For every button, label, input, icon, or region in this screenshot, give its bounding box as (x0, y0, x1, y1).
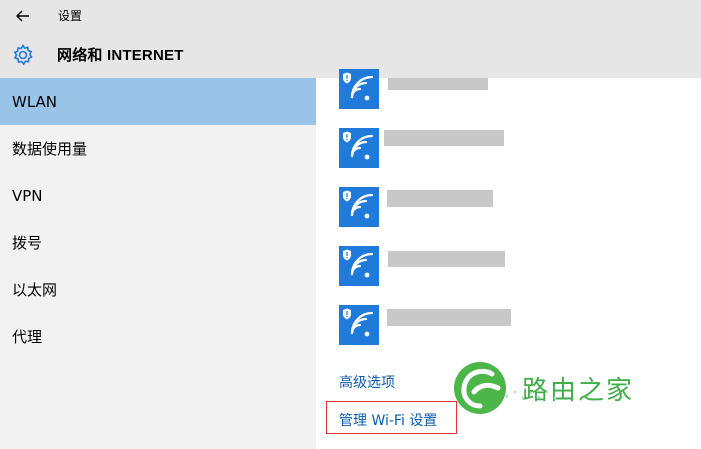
network-name-redacted (388, 251, 505, 267)
network-item[interactable] (339, 187, 379, 227)
router-home-logo-icon (454, 362, 506, 414)
sidebar-nav: WLAN 数据使用量 VPN 拨号 以太网 代理 (0, 78, 316, 449)
window-title: 设置 (58, 9, 83, 23)
sidebar-item-label: 拨号 (12, 234, 43, 252)
back-button[interactable] (0, 0, 46, 31)
manage-wifi-settings-link[interactable]: 管理 Wi-Fi 设置 (339, 410, 437, 430)
sidebar-item-wlan[interactable]: WLAN (0, 78, 316, 125)
secured-wifi-icon (343, 249, 374, 278)
back-arrow-icon (16, 10, 29, 21)
network-item[interactable] (339, 305, 379, 345)
sidebar-item-label: 以太网 (12, 281, 58, 299)
network-name-redacted (387, 309, 511, 326)
sidebar-item-label: 代理 (12, 328, 43, 346)
sidebar-item-label: VPN (12, 186, 43, 205)
secured-wifi-icon (343, 190, 374, 219)
network-item[interactable] (339, 128, 379, 168)
watermark-dots-decoration (505, 390, 557, 400)
title-bar: 设置 (0, 0, 701, 31)
secured-wifi-icon (343, 72, 374, 101)
section-title: 网络和 INTERNET (57, 47, 184, 64)
network-name-redacted (387, 190, 493, 207)
sidebar-item-label: WLAN (12, 92, 58, 111)
advanced-options-link[interactable]: 高级选项 (339, 372, 395, 392)
network-item[interactable] (339, 69, 379, 109)
secured-wifi-icon (343, 308, 374, 337)
sidebar-item-data-usage[interactable]: 数据使用量 (0, 125, 316, 172)
network-name-redacted (384, 130, 504, 146)
network-name-redacted (388, 78, 488, 90)
secured-wifi-icon (343, 131, 374, 160)
gear-icon (13, 43, 33, 65)
sidebar-item-ethernet[interactable]: 以太网 (0, 266, 316, 313)
sidebar-item-label: 数据使用量 (12, 140, 88, 158)
network-item[interactable] (339, 246, 379, 286)
sidebar-item-dialup[interactable]: 拨号 (0, 219, 316, 266)
sidebar-item-vpn[interactable]: VPN (0, 172, 316, 219)
sidebar-item-proxy[interactable]: 代理 (0, 313, 316, 360)
